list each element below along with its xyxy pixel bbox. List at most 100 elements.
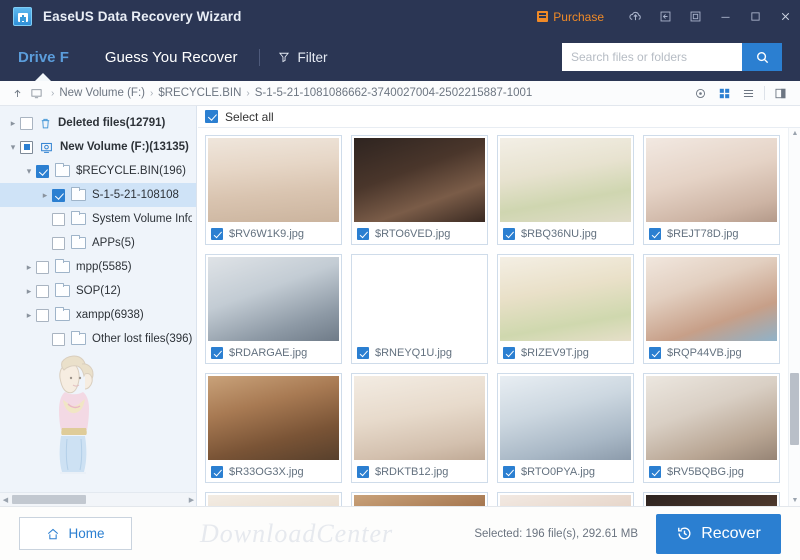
file-card[interactable]: $RV5BQBG.jpg [643, 373, 780, 483]
search-button[interactable] [742, 43, 782, 71]
chevron-closed-icon[interactable] [6, 118, 20, 129]
file-card[interactable]: $R33OG3X.jpg [205, 373, 342, 483]
tree-node-8[interactable]: xampp(6938) [0, 303, 196, 327]
feedback-icon[interactable] [650, 0, 680, 33]
breadcrumb-item-1[interactable]: $RECYCLE.BIN [158, 87, 241, 99]
tree-node-label: $RECYCLE.BIN(196) [76, 165, 186, 177]
drive-icon [41, 142, 52, 153]
couple-cafe-photo [208, 376, 339, 461]
file-checkbox[interactable] [211, 347, 223, 360]
breadcrumb-item-2[interactable]: S-1-5-21-1081086662-3740027004-250221588… [255, 87, 533, 99]
file-checkbox[interactable] [211, 228, 223, 241]
scroll-down-arrow-icon[interactable]: ▼ [789, 497, 800, 504]
file-card[interactable]: $RNEYQ1U.jpg [351, 254, 488, 364]
file-card[interactable] [205, 492, 342, 506]
file-checkbox[interactable] [357, 466, 369, 479]
filter-button[interactable]: Filter [264, 33, 341, 81]
minimize-icon[interactable] [710, 0, 740, 33]
tree-node-checkbox[interactable] [20, 140, 33, 154]
scrollbar-thumb[interactable] [12, 495, 86, 504]
file-checkbox[interactable] [649, 347, 661, 360]
file-checkbox[interactable] [503, 466, 515, 479]
list-view-icon[interactable] [737, 84, 760, 103]
file-card[interactable]: $RDARGAE.jpg [205, 254, 342, 364]
breadcrumb-item-0[interactable]: New Volume (F:) [59, 87, 145, 99]
tree-node-checkbox[interactable] [36, 308, 49, 322]
preview-panel-icon[interactable] [769, 84, 792, 103]
file-card[interactable]: $RDKTB12.jpg [351, 373, 488, 483]
file-card[interactable]: $RQP44VB.jpg [643, 254, 780, 364]
tree-node-checkbox[interactable] [36, 284, 49, 298]
scroll-right-arrow-icon[interactable]: ▶ [186, 496, 196, 504]
file-name: $RDKTB12.jpg [375, 466, 449, 479]
select-all-checkbox[interactable] [205, 110, 218, 123]
file-card[interactable]: $RV6W1K9.jpg [205, 135, 342, 245]
folder-tree-sidebar[interactable]: Deleted files(12791) New Volume (F:)(1313… [0, 106, 197, 506]
file-checkbox[interactable] [357, 228, 369, 241]
file-card[interactable]: $RBQ36NU.jpg [497, 135, 634, 245]
search-input[interactable] [562, 43, 742, 71]
grid-vertical-scrollbar[interactable]: ▲ ▼ [788, 128, 800, 506]
file-card[interactable]: $RTO6VED.jpg [351, 135, 488, 245]
chevron-closed-icon[interactable] [22, 310, 36, 321]
file-card[interactable]: $REJT78D.jpg [643, 135, 780, 245]
close-icon[interactable] [770, 0, 800, 33]
tree-node-checkbox[interactable] [52, 212, 65, 226]
chevron-closed-icon[interactable] [22, 286, 36, 297]
select-all-row[interactable]: Select all [198, 106, 800, 128]
restore-session-icon[interactable] [680, 0, 710, 33]
tab-drive-f[interactable]: Drive F [0, 33, 87, 81]
file-card[interactable] [497, 492, 634, 506]
tree-node-1[interactable]: New Volume (F:)(13135) [0, 135, 196, 159]
computer-icon[interactable] [26, 87, 46, 100]
file-checkbox[interactable] [649, 228, 661, 241]
chevron-closed-icon[interactable] [22, 262, 36, 273]
file-checkbox[interactable] [503, 347, 515, 360]
file-card[interactable] [351, 492, 488, 506]
file-card[interactable]: $RIZEV9T.jpg [497, 254, 634, 364]
file-card[interactable] [643, 492, 780, 506]
file-checkbox[interactable] [211, 466, 223, 479]
file-caption: $RTO0PYA.jpg [498, 462, 633, 482]
folder-tree: Deleted files(12791) New Volume (F:)(1313… [0, 106, 196, 351]
folder-icon [71, 235, 86, 249]
tree-node-3[interactable]: S-1-5-21-108108 [0, 183, 196, 207]
arrow-up-icon[interactable] [8, 88, 26, 99]
scroll-left-arrow-icon[interactable]: ◀ [0, 496, 11, 504]
recover-label: Recover [701, 524, 761, 542]
file-checkbox[interactable] [503, 228, 515, 241]
tree-node-2[interactable]: $RECYCLE.BIN(196) [0, 159, 196, 183]
scroll-up-arrow-icon[interactable]: ▲ [789, 130, 800, 137]
home-button[interactable]: Home [19, 517, 132, 550]
tree-node-checkbox[interactable] [36, 164, 49, 178]
tree-node-6[interactable]: mpp(5585) [0, 255, 196, 279]
file-name: $RTO6VED.jpg [375, 228, 451, 241]
tree-node-7[interactable]: SOP(12) [0, 279, 196, 303]
couple-cafe-photo [354, 495, 485, 506]
file-checkbox[interactable] [649, 466, 661, 479]
purchase-button[interactable]: Purchase [537, 10, 604, 24]
tree-node-checkbox[interactable] [52, 236, 65, 250]
tree-node-checkbox[interactable] [52, 188, 65, 202]
recover-button[interactable]: Recover [656, 513, 781, 554]
tree-node-5[interactable]: APPs(5) [0, 231, 196, 255]
file-checkbox[interactable] [357, 347, 369, 360]
file-caption: $RQP44VB.jpg [644, 343, 779, 363]
filter-label: Filter [297, 49, 328, 65]
chevron-open-icon[interactable] [22, 166, 36, 177]
window-title: EaseUS Data Recovery Wizard [43, 9, 242, 24]
tab-guess-you-recover[interactable]: Guess You Recover [87, 33, 256, 81]
grid-view-icon[interactable] [713, 84, 736, 103]
preview-eye-icon[interactable] [689, 84, 712, 103]
tree-node-4[interactable]: System Volume Informa [0, 207, 196, 231]
tree-node-0[interactable]: Deleted files(12791) [0, 111, 196, 135]
tree-node-checkbox[interactable] [20, 116, 33, 130]
chevron-closed-icon[interactable] [38, 190, 52, 201]
scrollbar-thumb[interactable] [790, 373, 799, 445]
cloud-upload-icon[interactable] [620, 0, 650, 33]
file-card[interactable]: $RTO0PYA.jpg [497, 373, 634, 483]
tree-node-checkbox[interactable] [36, 260, 49, 274]
maximize-icon[interactable] [740, 0, 770, 33]
chevron-open-icon[interactable] [6, 142, 20, 153]
sidebar-horizontal-scrollbar[interactable]: ◀ ▶ [0, 492, 196, 506]
